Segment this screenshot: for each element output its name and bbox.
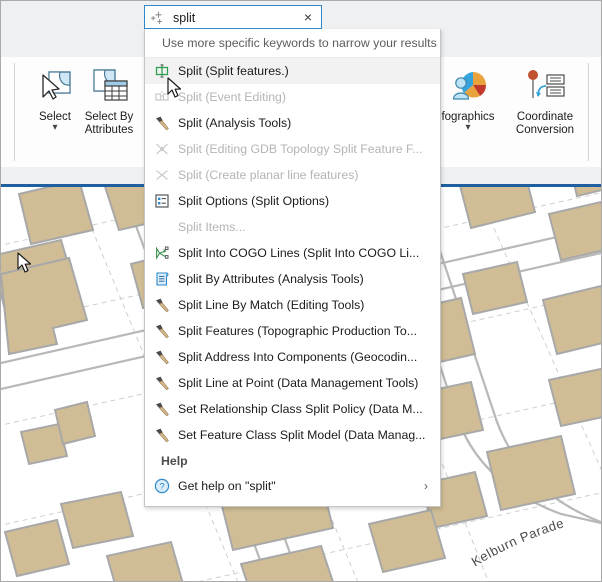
search-result-label: Set Relationship Class Split Policy (Dat…: [178, 396, 423, 422]
arcgis-pro-window: Select ▾ Select By Attributes: [0, 0, 602, 582]
search-result-item: Split Items...: [145, 214, 440, 240]
clear-search-icon[interactable]: ×: [297, 7, 319, 27]
geoprocessing-tool-icon: [153, 426, 171, 444]
select-by-attributes-label: Select By Attributes: [73, 111, 145, 137]
split-features-icon: [153, 62, 171, 80]
infographics-button[interactable]: fographics ▾: [435, 63, 501, 133]
geoprocessing-tool-icon: [153, 322, 171, 340]
search-result-label: Set Feature Class Split Model (Data Mana…: [178, 422, 425, 448]
geoprocessing-tool-icon: [153, 296, 171, 314]
search-result-label: Split (Editing GDB Topology Split Featur…: [178, 136, 422, 162]
search-result-item[interactable]: Set Feature Class Split Model (Data Mana…: [145, 422, 440, 448]
search-result-item[interactable]: Split By Attributes (Analysis Tools): [145, 266, 440, 292]
search-result-label: Split Items...: [178, 214, 246, 240]
infographics-icon: [435, 63, 501, 109]
search-input[interactable]: [171, 6, 295, 30]
search-result-item[interactable]: Split Line at Point (Data Management Too…: [145, 370, 440, 396]
search-result-item[interactable]: Split Into COGO Lines (Split Into COGO L…: [145, 240, 440, 266]
search-result-item[interactable]: Set Relationship Class Split Policy (Dat…: [145, 396, 440, 422]
search-results-list: Split (Split features.) Split (Event Edi…: [145, 58, 440, 448]
coordinate-conversion-icon: [506, 63, 584, 109]
search-result-label: Split (Event Editing): [178, 84, 286, 110]
search-result-item[interactable]: Split (Split features.): [145, 58, 440, 84]
geoprocessing-tool-icon: [153, 374, 171, 392]
chevron-right-icon: ›: [424, 473, 428, 499]
search-result-item[interactable]: Split Features (Topographic Production T…: [145, 318, 440, 344]
group-separator-right: [588, 63, 589, 161]
search-result-label: Split (Analysis Tools): [178, 110, 291, 136]
search-result-item: Split (Editing GDB Topology Split Featur…: [145, 136, 440, 162]
search-result-item[interactable]: Split Address Into Components (Geocodin.…: [145, 344, 440, 370]
select-by-attributes-icon: [73, 63, 145, 109]
search-hint: Use more specific keywords to narrow you…: [145, 29, 440, 58]
search-result-label: Split By Attributes (Analysis Tools): [178, 266, 364, 292]
search-result-label: Split Into COGO Lines (Split Into COGO L…: [178, 240, 419, 266]
split-topology-icon: [153, 140, 171, 158]
search-result-label: Split Line at Point (Data Management Too…: [178, 370, 418, 396]
coordinate-conversion-button[interactable]: Coordinate Conversion: [506, 63, 584, 137]
search-result-item: Split (Create planar line features): [145, 162, 440, 188]
split-cogo-icon: [153, 244, 171, 262]
search-result-label: Split (Split features.): [178, 58, 289, 84]
geoprocessing-tool-icon: [153, 400, 171, 418]
search-result-label: Split Features (Topographic Production T…: [178, 318, 417, 344]
svg-text:?: ?: [159, 482, 164, 493]
smart-search-icon: [150, 10, 166, 26]
get-help-item[interactable]: ? Get help on "split" ›: [145, 473, 440, 499]
split-options-icon: [153, 192, 171, 210]
search-result-label: Split Address Into Components (Geocodin.…: [178, 344, 417, 370]
search-suggestions-dropdown: Use more specific keywords to narrow you…: [144, 29, 441, 507]
search-result-item[interactable]: Split Options (Split Options): [145, 188, 440, 214]
chevron-down-icon[interactable]: ▾: [435, 123, 501, 133]
search-result-item[interactable]: Split Line By Match (Editing Tools): [145, 292, 440, 318]
split-by-attributes-icon: [153, 270, 171, 288]
select-by-attributes-button[interactable]: Select By Attributes: [73, 63, 145, 137]
search-result-label: Split Options (Split Options): [178, 188, 329, 214]
search-result-label: Split (Create planar line features): [178, 162, 358, 188]
help-section-header: Help: [145, 448, 440, 473]
group-separator-left: [14, 63, 15, 161]
search-result-item[interactable]: Split (Analysis Tools): [145, 110, 440, 136]
geoprocessing-tool-icon: [153, 114, 171, 132]
search-result-item: Split (Event Editing): [145, 84, 440, 110]
geoprocessing-tool-icon: [153, 348, 171, 366]
coordinate-conversion-label: Coordinate Conversion: [506, 111, 584, 137]
split-planar-icon: [153, 166, 171, 184]
search-box[interactable]: ×: [144, 5, 322, 29]
split-event-icon: [153, 88, 171, 106]
help-circle-icon: ?: [153, 477, 171, 495]
search-result-label: Split Line By Match (Editing Tools): [178, 292, 364, 318]
get-help-label: Get help on "split": [178, 473, 276, 499]
